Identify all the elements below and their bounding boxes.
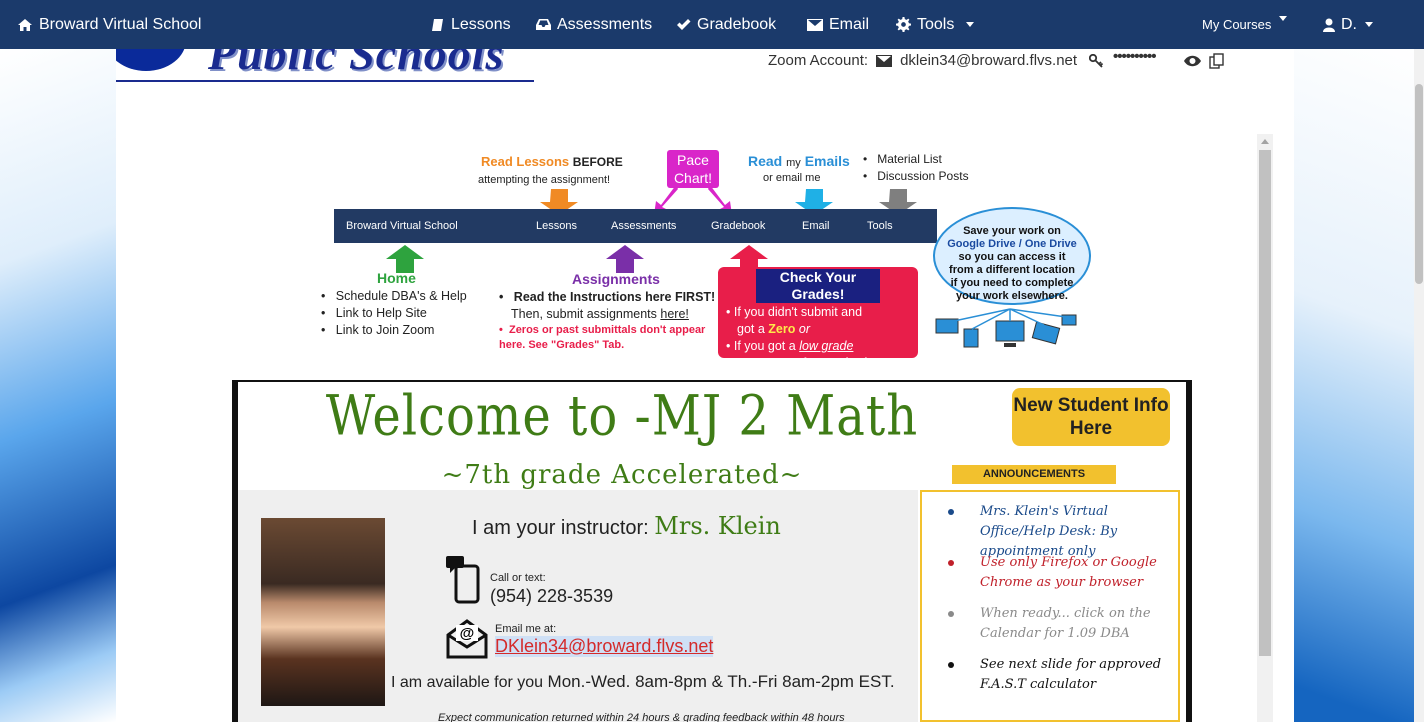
welcome-subtitle: ~7th grade Accelerated~ [441,460,803,490]
announcements-panel: Mrs. Klein's Virtual Office/Help Desk: B… [920,490,1180,722]
zoom-email[interactable]: dklein34@broward.flvs.net [900,52,1077,69]
zoom-label: Zoom Account: [768,52,869,69]
purple-arrow-icon [606,245,644,273]
main-content: Public Schools Zoom Account: dklein34@br… [116,49,1294,722]
gear-icon [896,17,911,32]
user-icon [1323,18,1335,32]
nav-my-courses-label: My Courses [1202,17,1272,32]
save-work-cloud: Save your work on Google Drive / One Dri… [933,207,1091,305]
nav-email-label: Email [829,15,870,33]
bullet-icon [948,662,954,668]
logo-text: Public Schools [208,49,505,79]
home-title: Home [377,270,416,286]
embed-scrollbar-thumb[interactable] [1259,150,1271,656]
nav-lessons-label: Lessons [451,15,511,33]
response-time-note: Expect communication returned within 24 … [438,712,845,722]
availability: I am available for you Mon.-Wed. 8am-8pm… [391,672,895,691]
call-label: Call or text: [490,572,546,584]
embed-scrollbar[interactable] [1257,134,1273,722]
home-bullets: • Schedule DBA's & Help • Link to Help Si… [321,289,467,337]
instructor-photo [261,518,385,706]
key-icon [1089,53,1104,68]
phone-number: (954) 228-3539 [490,586,614,606]
nav-user-menu[interactable]: D. [1323,0,1373,49]
nav-gradebook[interactable]: Gradebook [676,0,776,49]
instructor-email-link[interactable]: DKlein34@broward.flvs.net [495,636,714,657]
grades-line-2: got a Zero or [737,322,810,336]
nav-user-label: D. [1341,15,1357,33]
background-left [0,49,116,722]
nav-assessments[interactable]: Assessments [536,0,652,49]
nav-tools-label: Tools [917,15,955,33]
email-at-icon: @ [446,619,488,659]
announcement-item: See next slide for approved F.A.S.T calc… [944,655,1166,695]
bullet-icon [948,509,954,515]
home-icon [18,18,32,31]
zoom-account: Zoom Account: dklein34@broward.flvs.net … [768,49,1224,69]
assignments-line-3: • Zeros or past submittals don't appear … [499,324,706,351]
bullet-icon [948,611,954,617]
chevron-down-icon [1279,16,1288,21]
guide-arrows [540,185,917,215]
book-icon [432,18,443,31]
new-student-info-button[interactable]: New Student Info Here [1012,388,1170,446]
nav-lessons[interactable]: Lessons [431,0,511,49]
devices-icon [935,308,1077,348]
nav-email[interactable]: Email [807,0,869,49]
email-label: Email me at: [495,623,557,635]
check-grades-box: Check Your Grades! • If you didn't submi… [718,267,918,387]
grades-line-3: • If you got a low grade [726,339,854,353]
chevron-down-icon [966,22,975,27]
logo-underline [116,80,534,82]
instructor-heading: I am your instructor: Mrs. Klein [472,512,781,540]
chevron-down-icon [1365,22,1373,27]
announcements-tag: ANNOUNCEMENTS [952,465,1116,484]
welcome-slide: Welcome to -MJ 2 Math ~7th grade Acceler… [232,380,1192,722]
nav-brand-label: Broward Virtual School [39,15,202,33]
check-icon [677,19,691,30]
eye-icon[interactable] [1183,55,1201,67]
navigation-guide-graphic: Read Lessons BEFORE attempting the assig… [316,147,1096,387]
nav-tools[interactable]: Tools [896,0,975,49]
school-logo-icon [116,49,186,71]
background-right [1294,49,1424,722]
bullet-icon [948,560,954,566]
instructor-name: Mrs. Klein [654,512,781,540]
phone-icon [446,556,480,604]
scroll-up-arrow-icon[interactable] [1261,139,1269,144]
nav-my-courses[interactable]: My Courses [1202,0,1288,49]
assignments-line-2: Then, submit assignments here! [511,307,689,321]
inbox-icon [536,19,551,30]
guide-nav-bar: Broward Virtual School Lessons Assessmen… [334,209,937,243]
svg-text:@: @ [460,625,475,642]
envelope-icon [807,18,823,31]
envelope-icon [876,54,893,67]
page-scrollbar-thumb[interactable] [1415,84,1423,284]
copy-icon[interactable] [1208,52,1224,69]
page-scrollbar[interactable] [1414,49,1424,722]
instructor-panel: I am your instructor: Mrs. Klein Call or… [238,490,918,722]
zoom-password: •••••••••• [1113,49,1157,65]
nav-gradebook-label: Gradebook [697,15,777,33]
check-grades-title: Check Your Grades! [756,269,880,303]
announcement-item: Use only Firefox or Google Chrome as you… [944,553,1166,593]
assignments-title: Assignments [572,271,660,287]
top-navbar: Broward Virtual School Lessons Assessmen… [0,0,1424,49]
announcement-item: When ready... click on the Calendar for … [944,604,1166,644]
nav-assessments-label: Assessments [557,15,653,33]
assignments-line-1: • Read the Instructions here FIRST! [499,290,716,304]
slide-canvas: Welcome to -MJ 2 Math ~7th grade Acceler… [238,382,1186,722]
nav-brand[interactable]: Broward Virtual School [17,0,201,49]
grades-line-1: • If you didn't submit and [726,305,863,319]
welcome-title: Welcome to -MJ 2 Math [325,383,919,449]
